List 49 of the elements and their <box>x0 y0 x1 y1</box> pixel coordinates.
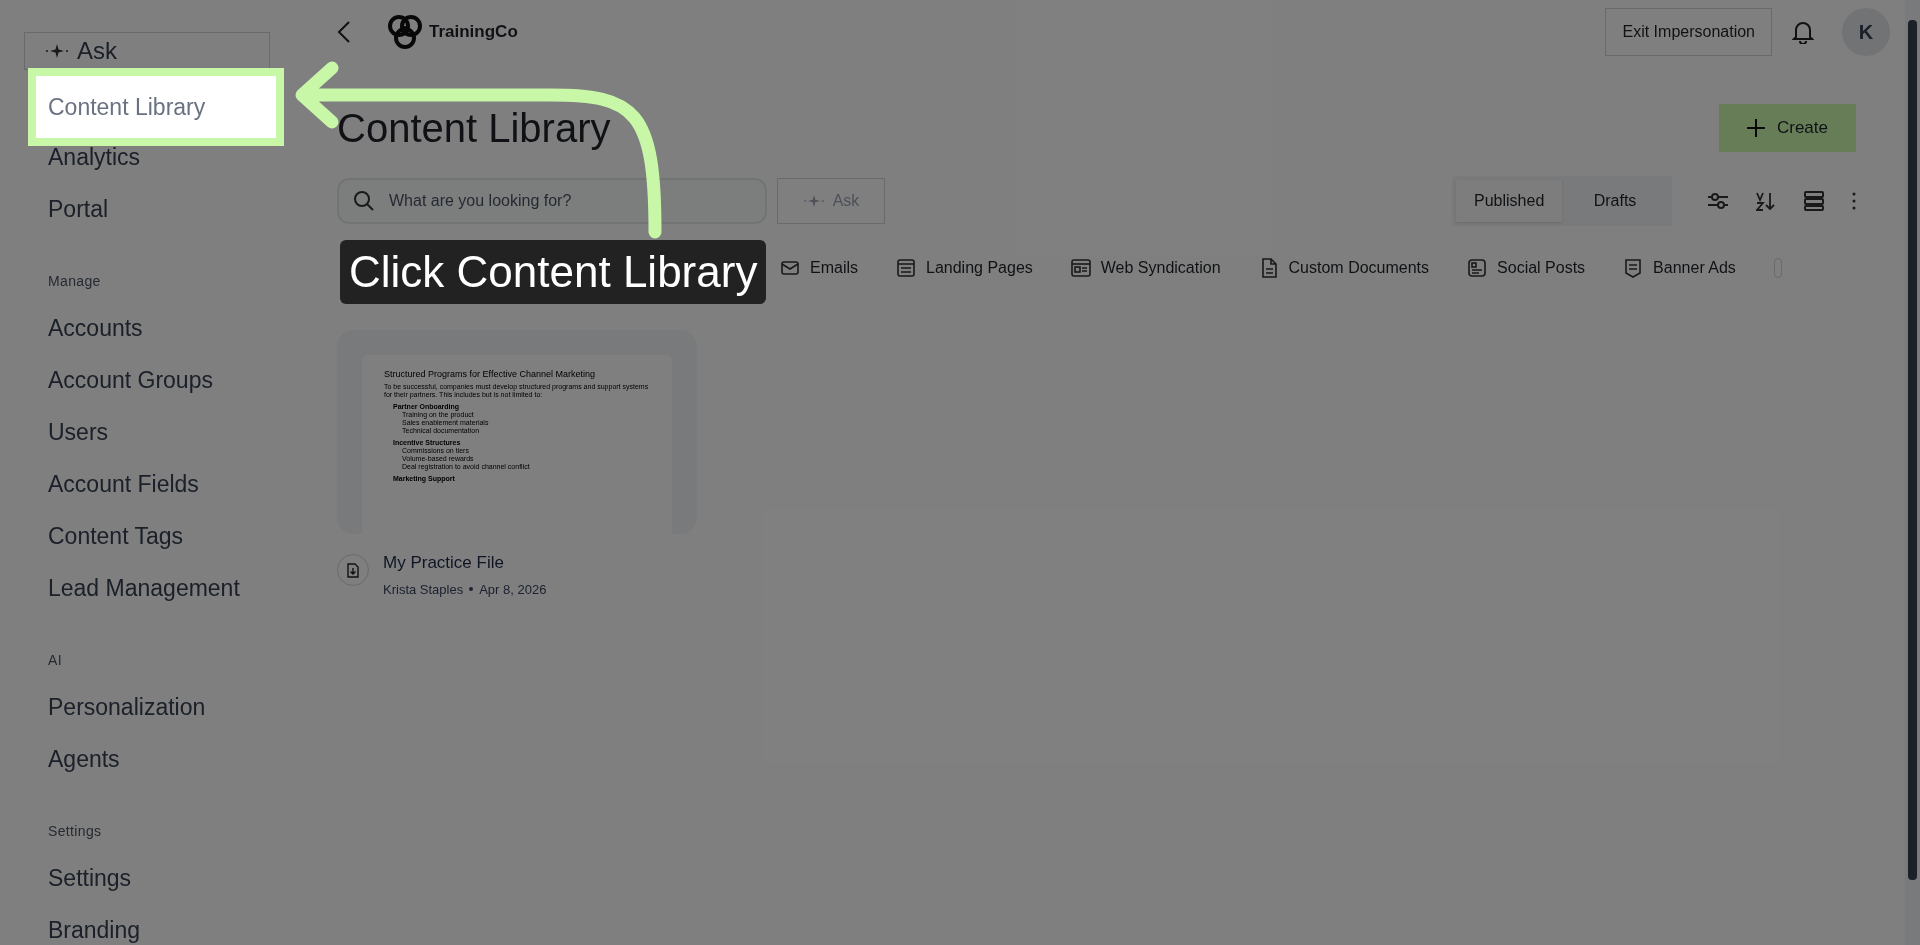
user-avatar[interactable]: K <box>1842 8 1890 56</box>
sidebar-item[interactable]: Content Tags <box>24 510 300 562</box>
file-title[interactable]: My Practice File <box>383 550 547 576</box>
exit-impersonation-button[interactable]: Exit Impersonation <box>1605 8 1772 56</box>
category-tab[interactable]: Web Syndication <box>1070 256 1221 280</box>
logo-text: TrainingCo <box>429 21 518 44</box>
section-heading: Settings <box>47 822 103 841</box>
sidebar-item[interactable]: Settings <box>24 852 300 904</box>
category-tab[interactable]: Landing Pages <box>896 256 1033 280</box>
category-tab[interactable]: Social Posts <box>1467 256 1586 280</box>
sidebar-item[interactable]: Account Fields <box>24 458 300 510</box>
browser-window-icon <box>896 258 916 278</box>
search-field[interactable]: What are you looking for? <box>337 178 767 224</box>
file-author: Krista Staples <box>383 580 464 599</box>
filter-sliders-icon[interactable] <box>1708 192 1728 210</box>
sidebar-item[interactable]: Portal <box>24 183 300 235</box>
sidebar-item[interactable]: Lead Management <box>24 562 300 614</box>
sidebar-item[interactable]: Agents <box>24 733 300 785</box>
instruction-callout: Click Content Library <box>340 240 767 304</box>
create-button[interactable]: Create <box>1718 104 1856 152</box>
sparkle-icon <box>45 43 69 59</box>
plus-icon <box>1746 119 1765 137</box>
more-options-icon[interactable] <box>1852 192 1856 210</box>
sidebar-item[interactable]: Account Groups <box>24 354 300 406</box>
status-tab[interactable]: Drafts <box>1562 180 1668 222</box>
sidebar-item[interactable]: Content Library <box>28 68 284 146</box>
file-date: Apr 8, 2026 <box>479 580 547 599</box>
section-heading: AI <box>47 651 63 670</box>
category-tab[interactable]: Emails <box>780 256 858 280</box>
page-title: Content Library <box>337 105 611 152</box>
scrollbar[interactable] <box>1905 0 1920 945</box>
logo-icon <box>385 12 425 52</box>
browser-image-icon <box>1070 258 1091 278</box>
category-tab[interactable]: Custom Documents <box>1258 256 1430 280</box>
sort-alphabetical-icon[interactable] <box>1756 191 1776 211</box>
category-tab[interactable]: Banner Ads <box>1623 256 1736 280</box>
sidebar-item[interactable]: Users <box>24 406 300 458</box>
list-view-icon[interactable] <box>1804 191 1824 211</box>
banner-icon <box>1623 258 1644 278</box>
post-card-icon <box>1467 258 1488 278</box>
sidebar-item[interactable]: Accounts <box>24 302 300 354</box>
envelope-icon <box>780 258 800 278</box>
sparkle-icon <box>802 194 825 208</box>
notification-bell-icon[interactable] <box>1792 20 1814 44</box>
chevron-left-icon <box>337 20 351 44</box>
sidebar-item[interactable]: Branding <box>24 904 300 945</box>
sidebar-item[interactable]: Personalization <box>24 681 300 733</box>
document-heading: Structured Programs for Effective Channel Marketing <box>384 369 596 380</box>
section-heading: Manage <box>47 272 102 291</box>
